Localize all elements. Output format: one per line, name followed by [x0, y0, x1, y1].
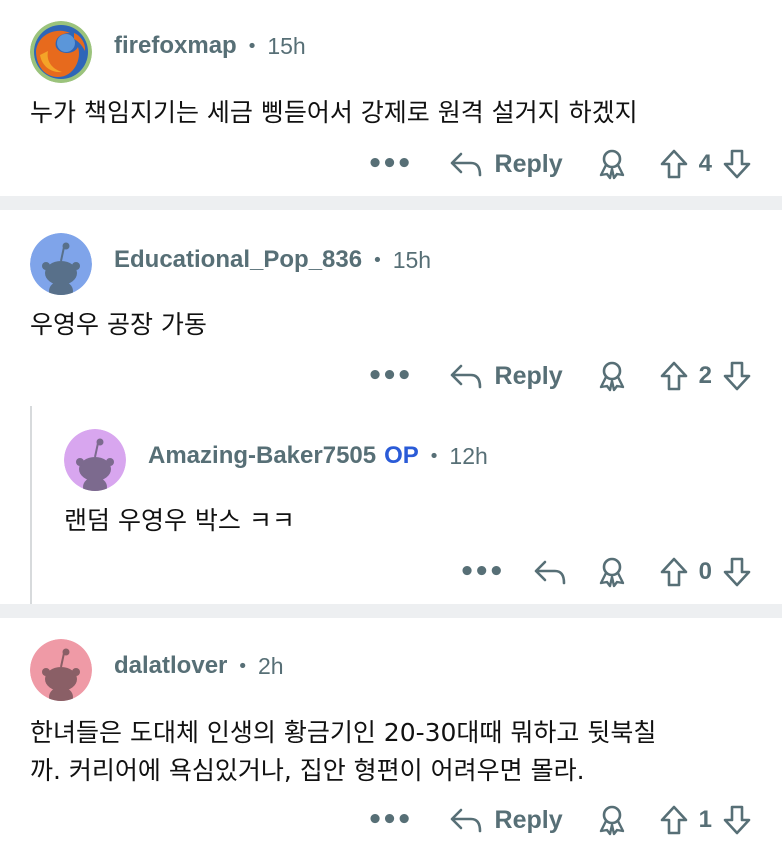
award-icon [599, 361, 624, 392]
meta-separator: • [428, 445, 440, 467]
downvote-arrow-icon[interactable] [722, 804, 752, 836]
comment-username[interactable]: Amazing-Baker7505 [148, 442, 376, 470]
thread-line[interactable] [30, 406, 32, 604]
meta-separator: • [237, 655, 249, 677]
upvote-arrow-icon[interactable] [659, 360, 689, 392]
comment-body: 누가 책임지기는 세금 삥듣어서 강제로 원격 설거지 하겠지 [30, 98, 638, 127]
avatar[interactable] [30, 233, 92, 295]
snoo-avatar-icon [30, 639, 92, 701]
reply-arrow-icon [450, 808, 481, 833]
vote-controls: 4 [659, 148, 752, 180]
reply-arrow-icon [450, 152, 481, 177]
reply-arrow-icon [534, 560, 565, 585]
comment-timestamp: 15h [392, 246, 432, 273]
more-options-button[interactable]: ••• [367, 151, 413, 177]
comment-body: 우영우 공장 가동 [30, 310, 207, 339]
vote-controls: 1 [659, 804, 752, 836]
comment-firefoxmap: firefoxmap • 15h 누가 책임지기는 세금 삥듣어서 강제로 원격… [0, 0, 782, 196]
comment-actions: ••• 0 [459, 552, 752, 592]
reply-arrow-icon [450, 364, 481, 389]
award-button[interactable] [597, 804, 627, 836]
comment-timestamp: 2h [258, 652, 284, 679]
more-options-button[interactable]: ••• [367, 363, 413, 389]
meta-separator: • [372, 249, 383, 271]
upvote-arrow-icon[interactable] [659, 148, 689, 180]
comment-dalatlover: dalatlover • 2h 한녀들은 도대체 인생의 황금기인 20-30대… [0, 618, 782, 852]
downvote-arrow-icon[interactable] [722, 360, 752, 392]
comment-actions: ••• Reply 1 [367, 800, 752, 840]
more-options-button[interactable]: ••• [459, 559, 505, 585]
snoo-avatar-icon [64, 429, 126, 491]
firefox-logo-icon [30, 21, 92, 83]
reply-label: Reply [494, 361, 563, 390]
comment-timestamp: 12h [449, 442, 488, 469]
comment-body: 랜덤 우영우 박스 ㅋㅋ [64, 506, 295, 535]
snoo-avatar-icon [30, 233, 92, 295]
reply-button[interactable]: Reply [449, 361, 563, 391]
award-icon [599, 557, 624, 588]
vote-count: 1 [698, 806, 712, 833]
avatar[interactable] [30, 21, 92, 83]
award-button[interactable] [597, 556, 627, 588]
vote-count: 2 [698, 362, 712, 389]
reply-button[interactable]: Reply [449, 805, 563, 835]
comment-username[interactable]: firefoxmap [114, 32, 237, 60]
award-button[interactable] [597, 360, 627, 392]
reply-label: Reply [494, 805, 563, 834]
reply-label: Reply [494, 149, 563, 178]
meta-separator: • [246, 35, 258, 57]
comment-body-line: 한녀들은 도대체 인생의 황금기인 20-30대때 뭐하고 뒷북칠 [30, 718, 657, 747]
avatar[interactable] [64, 429, 126, 491]
reply-header: Amazing-Baker7505 OP • 12h [64, 429, 488, 491]
vote-controls: 0 [659, 556, 752, 588]
comment-timestamp: 15h [267, 32, 306, 59]
comment-username[interactable]: dalatlover [114, 652, 227, 680]
award-button[interactable] [597, 148, 627, 180]
vote-count: 0 [698, 558, 712, 585]
upvote-arrow-icon[interactable] [659, 804, 689, 836]
comment-divider [0, 604, 782, 618]
comment-divider [0, 196, 782, 210]
more-options-button[interactable]: ••• [367, 807, 413, 833]
award-icon [599, 805, 624, 836]
op-badge: OP [384, 442, 419, 469]
avatar[interactable] [30, 639, 92, 701]
comment-body: 한녀들은 도대체 인생의 황금기인 20-30대때 뭐하고 뒷북칠 까. 커리어… [30, 714, 656, 790]
reply-button[interactable] [533, 557, 567, 587]
comment-username[interactable]: Educational_Pop_836 [114, 246, 362, 274]
vote-controls: 2 [659, 360, 752, 392]
upvote-arrow-icon[interactable] [659, 556, 689, 588]
downvote-arrow-icon[interactable] [722, 148, 752, 180]
vote-count: 4 [698, 150, 712, 177]
award-icon [599, 149, 624, 180]
comment-body-line: 까. 커리어에 욕심있거나, 집안 형편이 어려우면 몰라. [30, 756, 585, 785]
downvote-arrow-icon[interactable] [722, 556, 752, 588]
comment-actions: ••• Reply 4 [367, 144, 752, 184]
reply-button[interactable]: Reply [449, 149, 563, 179]
comment-actions: ••• Reply 2 [367, 356, 752, 396]
comment-educational-pop: Educational_Pop_836 • 15h 우영우 공장 가동 ••• … [0, 210, 782, 604]
